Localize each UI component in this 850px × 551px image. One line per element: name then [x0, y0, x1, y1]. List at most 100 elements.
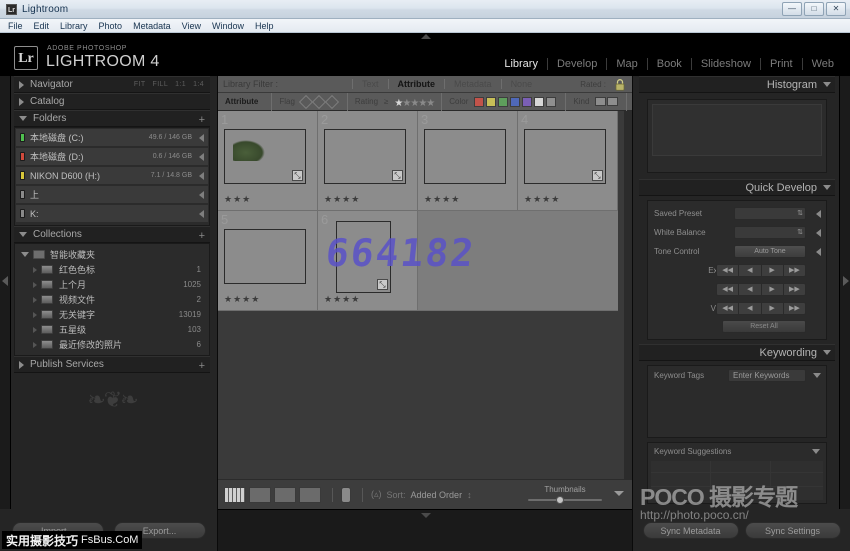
sort-value[interactable]: Added Order — [411, 490, 463, 500]
qd-step-clarity-1[interactable]: ◀◀ — [717, 284, 739, 295]
catalog-section-header[interactable]: Catalog — [14, 93, 210, 110]
color-swatch-3[interactable] — [498, 97, 508, 107]
photo-thumbnail[interactable]: ⤡ — [324, 129, 406, 184]
folder-row[interactable]: 上 — [16, 186, 208, 203]
menu-item-library[interactable]: Library — [60, 21, 88, 31]
left-panel-collapse-icon[interactable] — [2, 276, 8, 286]
add-collection-button[interactable]: + — [199, 230, 205, 242]
thumbnail-size-slider[interactable]: Thumbnails — [528, 485, 602, 501]
qd-step-vibrance-2[interactable]: ◀ — [739, 303, 761, 314]
collection-row[interactable]: 红色色标1 — [15, 262, 209, 277]
collections-section-header[interactable]: Collections + — [14, 226, 210, 243]
qd-step-vibrance-3[interactable]: ▶ — [762, 303, 784, 314]
star-rating[interactable]: ★★★★ — [424, 194, 460, 205]
reset-all-button[interactable]: Reset All — [722, 320, 806, 333]
rating-segment[interactable]: Rating ≥ ★★★★★ — [348, 93, 442, 111]
histogram-section-header[interactable]: Histogram — [639, 76, 835, 93]
attribute-segment[interactable]: Attribute — [223, 93, 272, 111]
color-swatch-6[interactable] — [534, 97, 544, 107]
menu-item-edit[interactable]: Edit — [34, 21, 50, 31]
slider-track[interactable] — [528, 499, 602, 501]
smart-collections-root[interactable]: 智能收藏夹 — [15, 247, 209, 262]
collection-row[interactable]: 无关键字13019 — [15, 307, 209, 322]
folder-expand-icon[interactable] — [199, 210, 204, 218]
qd-step-exposure-2[interactable]: ◀ — [739, 265, 761, 276]
quick-develop-section-header[interactable]: Quick Develop — [639, 179, 835, 196]
star-rating[interactable]: ★★★★ — [324, 194, 360, 205]
color-swatch-7[interactable] — [546, 97, 556, 107]
star-rating[interactable]: ★★★★ — [324, 294, 360, 305]
collection-row[interactable]: 五星级103 — [15, 322, 209, 337]
qd-select-white-balance[interactable]: ⇅ — [734, 226, 806, 239]
survey-view-icon[interactable] — [299, 487, 321, 503]
maximize-button[interactable]: □ — [804, 2, 824, 16]
module-slideshow[interactable]: Slideshow — [692, 58, 761, 70]
compare-view-icon[interactable] — [274, 487, 296, 503]
develop-badge-icon[interactable]: ⤡ — [592, 170, 603, 181]
lock-icon[interactable] — [614, 78, 626, 91]
color-swatch-4[interactable] — [510, 97, 520, 107]
qd-step-exposure-1[interactable]: ◀◀ — [717, 265, 739, 276]
flag-rejected-icon[interactable] — [325, 94, 339, 108]
top-panel-toggle-icon[interactable] — [421, 34, 431, 39]
color-swatch-1[interactable] — [474, 97, 484, 107]
chevron-down-icon[interactable] — [823, 350, 831, 355]
grid-cell[interactable]: 3★★★★ — [418, 111, 518, 211]
painter-icon[interactable] — [341, 487, 351, 503]
loupe-view-icon[interactable] — [249, 487, 271, 503]
folder-expand-icon[interactable] — [199, 172, 204, 180]
develop-badge-icon[interactable]: ⤡ — [392, 170, 403, 181]
star-rating[interactable]: ★★★ — [224, 194, 251, 205]
qd-button-tone-control[interactable]: Auto Tone — [734, 245, 806, 258]
qd-step-vibrance-1[interactable]: ◀◀ — [717, 303, 739, 314]
rating-stars[interactable]: ★★★★★ — [394, 93, 434, 111]
filter-star-5[interactable]: ★ — [426, 98, 434, 109]
toolbar-chevron-down-icon[interactable] — [614, 491, 624, 496]
qd-stepper-clarity[interactable]: ◀◀◀▶▶▶ — [716, 283, 806, 296]
right-panel-handle[interactable] — [839, 76, 850, 509]
qd-select-saved-preset[interactable]: ⇅ — [734, 207, 806, 220]
develop-badge-icon[interactable]: ⤡ — [377, 279, 388, 290]
right-panel-collapse-icon[interactable] — [843, 276, 849, 286]
photo-thumbnail[interactable] — [424, 129, 506, 184]
qd-step-clarity-2[interactable]: ◀ — [739, 284, 761, 295]
collection-row[interactable]: 最近修改的照片6 — [15, 337, 209, 352]
grid-cell[interactable]: 2⤡★★★★ — [318, 111, 418, 211]
sort-direction-icon[interactable]: ↕ — [467, 490, 472, 500]
collection-row[interactable]: 上个月1025 — [15, 277, 209, 292]
star-rating[interactable]: ★★★★ — [224, 294, 260, 305]
grid-view-icon[interactable] — [224, 487, 246, 503]
qd-step-clarity-4[interactable]: ▶▶ — [784, 284, 805, 295]
keyword-input[interactable]: Enter Keywords — [728, 369, 806, 382]
photo-thumbnail[interactable] — [224, 229, 306, 284]
minimize-button[interactable]: — — [782, 2, 802, 16]
qd-expand-icon[interactable] — [816, 248, 821, 256]
module-map[interactable]: Map — [607, 58, 647, 70]
folder-row[interactable]: K: — [16, 205, 208, 222]
folder-row[interactable]: NIKON D600 (H:)7.1 / 14.8 GB — [16, 167, 208, 184]
grid-cell[interactable]: 1⤡★★★ — [218, 111, 318, 211]
folder-row[interactable]: 本地磁盘 (C:)49.6 / 146 GB — [16, 129, 208, 146]
photo-thumbnail[interactable]: ⤡ — [224, 129, 306, 184]
module-book[interactable]: Book — [648, 58, 692, 70]
menu-item-window[interactable]: Window — [212, 21, 244, 31]
folder-expand-icon[interactable] — [199, 134, 204, 142]
color-swatches[interactable] — [474, 97, 558, 107]
develop-badge-icon[interactable]: ⤡ — [292, 170, 303, 181]
menu-item-photo[interactable]: Photo — [99, 21, 123, 31]
chevron-down-icon[interactable] — [823, 185, 831, 190]
keyword-text-area[interactable] — [648, 385, 826, 437]
folder-row[interactable]: 本地磁盘 (D:)0.6 / 146 GB — [16, 148, 208, 165]
filter-tab-none[interactable]: None — [501, 79, 542, 89]
folder-expand-icon[interactable] — [199, 153, 204, 161]
kind-segment[interactable]: Kind — [566, 93, 627, 111]
rating-operator[interactable]: ≥ — [384, 97, 388, 106]
navigator-mode-1-1[interactable]: 1:1 — [175, 81, 186, 88]
publish-services-section-header[interactable]: Publish Services + — [14, 356, 210, 373]
menu-item-file[interactable]: File — [8, 21, 23, 31]
module-web[interactable]: Web — [803, 58, 838, 70]
qd-step-vibrance-4[interactable]: ▶▶ — [784, 303, 805, 314]
chevron-down-icon[interactable] — [823, 82, 831, 87]
grid-scrollbar[interactable] — [624, 111, 632, 479]
qd-step-clarity-3[interactable]: ▶ — [762, 284, 784, 295]
